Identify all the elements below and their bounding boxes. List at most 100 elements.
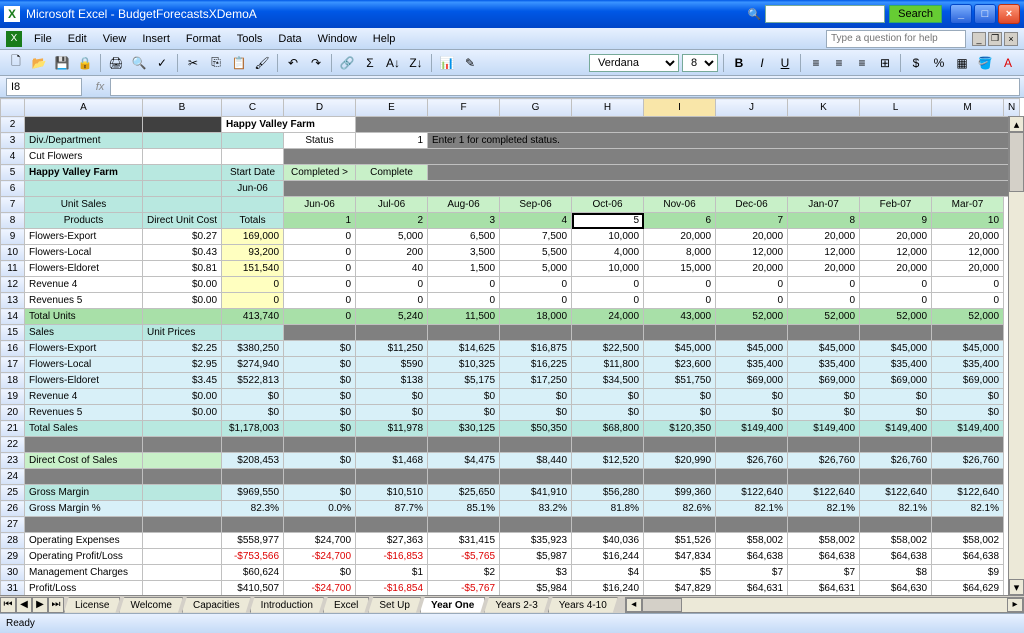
cell[interactable]: $0 xyxy=(428,389,500,405)
row-header[interactable]: 27 xyxy=(1,517,25,533)
cell[interactable]: 6 xyxy=(644,213,716,229)
cell[interactable] xyxy=(284,437,356,453)
menu-insert[interactable]: Insert xyxy=(134,31,178,47)
cell[interactable] xyxy=(143,501,222,517)
tab-nav-last[interactable]: ⏭ xyxy=(48,597,64,613)
cell[interactable]: Start Date xyxy=(222,165,284,181)
cell[interactable]: $0 xyxy=(644,389,716,405)
cell[interactable] xyxy=(222,469,284,485)
cell[interactable]: 0 xyxy=(284,261,356,277)
row-header[interactable]: 23 xyxy=(1,453,25,469)
column-header[interactable]: H xyxy=(572,99,644,117)
cell[interactable] xyxy=(932,469,1004,485)
cell[interactable]: 93,200 xyxy=(222,245,284,261)
cell[interactable]: 52,000 xyxy=(860,309,932,325)
cell[interactable]: 0 xyxy=(428,277,500,293)
cell[interactable]: $2.95 xyxy=(143,357,222,373)
cell[interactable] xyxy=(356,325,428,341)
cell[interactable]: $16,225 xyxy=(500,357,572,373)
bold-button[interactable]: B xyxy=(729,53,749,73)
cell[interactable]: $0 xyxy=(644,405,716,421)
cell[interactable]: $24,700 xyxy=(284,533,356,549)
cell[interactable]: 82.1% xyxy=(860,501,932,517)
scroll-left-arrow[interactable]: ◂ xyxy=(626,598,642,612)
cell[interactable]: 0 xyxy=(860,277,932,293)
font-color-icon[interactable]: A xyxy=(998,53,1018,73)
cell[interactable]: 0 xyxy=(788,277,860,293)
cell[interactable]: $40,036 xyxy=(572,533,644,549)
cell[interactable]: 10,000 xyxy=(572,229,644,245)
cell[interactable] xyxy=(25,437,143,453)
cell[interactable]: 4,000 xyxy=(572,245,644,261)
cell[interactable] xyxy=(500,517,572,533)
cell[interactable]: $12,520 xyxy=(572,453,644,469)
cell[interactable]: $149,400 xyxy=(716,421,788,437)
fill-color-icon[interactable]: 🪣 xyxy=(975,53,995,73)
cell[interactable]: $3.45 xyxy=(143,373,222,389)
cell[interactable]: Oct-06 xyxy=(572,197,644,213)
cell[interactable]: $16,244 xyxy=(572,549,644,565)
cell[interactable]: 4 xyxy=(500,213,572,229)
cell[interactable]: 20,000 xyxy=(788,261,860,277)
column-header[interactable]: L xyxy=(860,99,932,117)
cell[interactable]: $45,000 xyxy=(644,341,716,357)
column-header[interactable]: D xyxy=(284,99,356,117)
cell[interactable]: $60,624 xyxy=(222,565,284,581)
cell[interactable]: Jan-07 xyxy=(788,197,860,213)
cell[interactable]: Enter 1 for completed status. xyxy=(428,133,1020,149)
cell[interactable]: 1 xyxy=(284,213,356,229)
cell[interactable]: $58,002 xyxy=(932,533,1004,549)
cell[interactable]: $9 xyxy=(932,565,1004,581)
cell[interactable]: 24,000 xyxy=(572,309,644,325)
close-button[interactable]: × xyxy=(998,4,1020,24)
row-header[interactable]: 10 xyxy=(1,245,25,261)
cell[interactable]: $522,813 xyxy=(222,373,284,389)
cell[interactable]: $45,000 xyxy=(716,341,788,357)
row-header[interactable]: 31 xyxy=(1,581,25,596)
cell[interactable]: $122,640 xyxy=(932,485,1004,501)
column-header[interactable]: K xyxy=(788,99,860,117)
cell[interactable] xyxy=(222,133,284,149)
cell[interactable]: $58,002 xyxy=(788,533,860,549)
cell[interactable] xyxy=(222,437,284,453)
cell[interactable]: $5,175 xyxy=(428,373,500,389)
cell[interactable]: -$24,700 xyxy=(284,581,356,596)
font-selector[interactable]: Verdana xyxy=(589,54,679,72)
column-header[interactable]: M xyxy=(932,99,1004,117)
cell[interactable]: $31,415 xyxy=(428,533,500,549)
cell[interactable]: 20,000 xyxy=(932,229,1004,245)
drawing-icon[interactable]: ✎ xyxy=(460,53,480,73)
cell[interactable]: 0 xyxy=(932,293,1004,309)
scroll-down-arrow[interactable]: ▾ xyxy=(1009,579,1024,595)
cell[interactable]: Flowers-Local xyxy=(25,245,143,261)
cell[interactable]: Gross Margin % xyxy=(25,501,143,517)
cell[interactable] xyxy=(25,181,143,197)
cell[interactable]: $26,760 xyxy=(932,453,1004,469)
row-header[interactable]: 15 xyxy=(1,325,25,341)
cell[interactable] xyxy=(788,325,860,341)
cell[interactable]: Sales xyxy=(25,325,143,341)
cell[interactable]: 40 xyxy=(356,261,428,277)
cell[interactable]: $0.00 xyxy=(143,405,222,421)
cell[interactable]: $64,638 xyxy=(932,549,1004,565)
worksheet-grid[interactable]: ABCDEFGHIJKLMN2Happy Valley Farm3Div./De… xyxy=(0,98,1024,595)
menu-edit[interactable]: Edit xyxy=(60,31,95,47)
row-header[interactable]: 18 xyxy=(1,373,25,389)
print-icon[interactable]: 🖨 xyxy=(106,53,126,73)
cell[interactable]: $122,640 xyxy=(860,485,932,501)
cell[interactable]: Completed > xyxy=(284,165,356,181)
redo-icon[interactable]: ↷ xyxy=(306,53,326,73)
cell[interactable]: $410,507 xyxy=(222,581,284,596)
cell[interactable]: $51,750 xyxy=(644,373,716,389)
cell[interactable]: Totals xyxy=(222,213,284,229)
cell[interactable]: 0 xyxy=(284,245,356,261)
cell[interactable] xyxy=(716,325,788,341)
cell[interactable]: $16,875 xyxy=(500,341,572,357)
cell[interactable]: 3,500 xyxy=(428,245,500,261)
cell[interactable]: 12,000 xyxy=(716,245,788,261)
cell[interactable]: 7 xyxy=(716,213,788,229)
cell[interactable]: 82.6% xyxy=(644,501,716,517)
cell[interactable]: $64,631 xyxy=(716,581,788,596)
cell[interactable]: $0 xyxy=(428,405,500,421)
cell[interactable]: Products xyxy=(25,213,143,229)
